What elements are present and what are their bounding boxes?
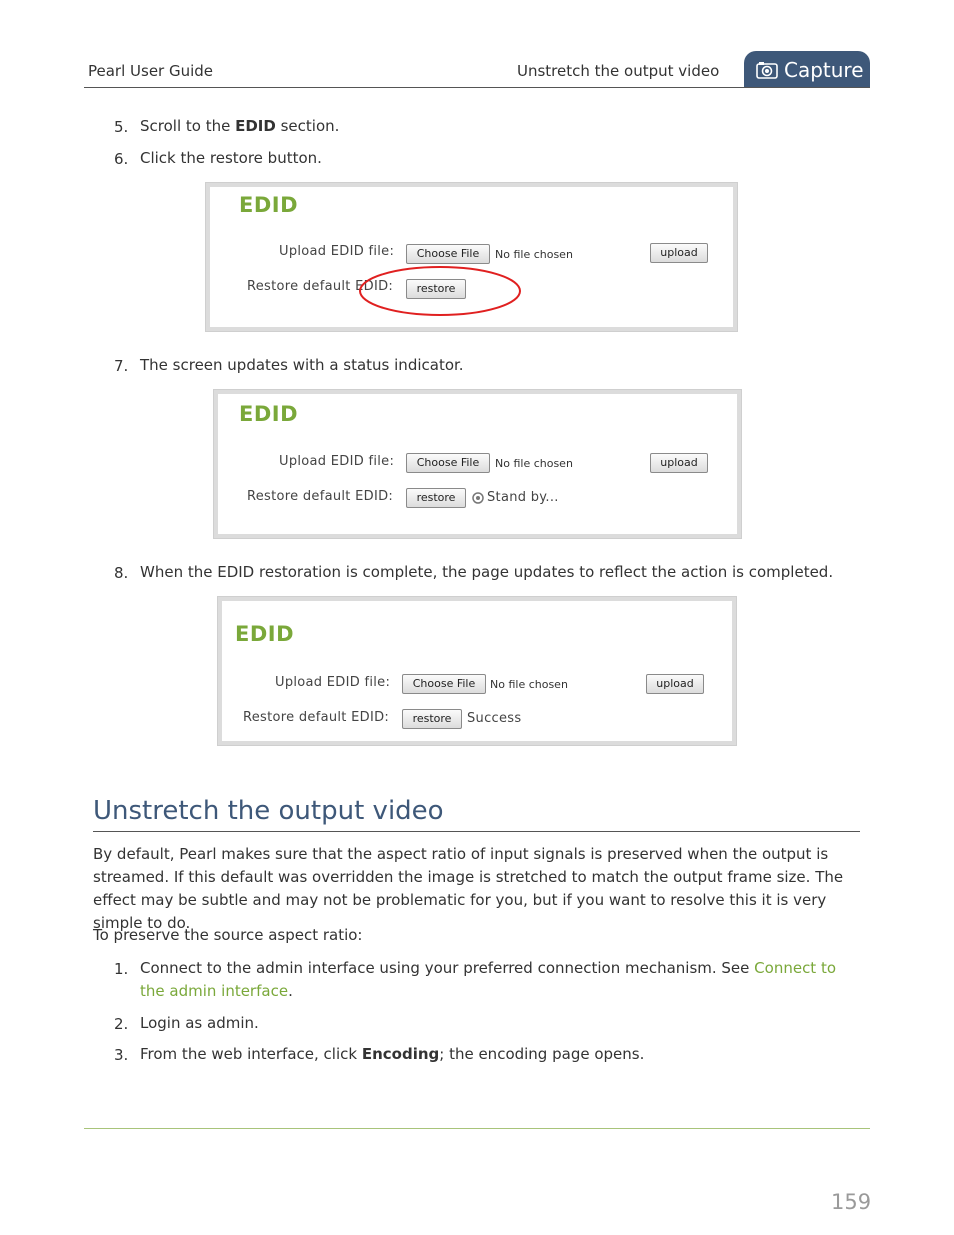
- upload-edid-label: Upload EDID file:: [275, 675, 391, 690]
- step-text: The screen updates with a status indicat…: [140, 356, 464, 374]
- restore-button[interactable]: restore: [406, 488, 466, 508]
- upload-button[interactable]: upload: [650, 243, 708, 263]
- capture-tab: Capture: [744, 51, 870, 88]
- restore-default-label: Restore default EDID:: [247, 489, 394, 504]
- status-text: Success: [467, 711, 522, 726]
- step-number: 6.: [114, 150, 129, 168]
- restore-button[interactable]: restore: [402, 709, 462, 729]
- edid-panel-2: EDID Upload EDID file: Choose File No fi…: [213, 389, 742, 539]
- step-text: Click the restore button.: [140, 149, 322, 167]
- upload-edid-label: Upload EDID file:: [279, 454, 395, 469]
- no-file-text: No file chosen: [495, 457, 573, 470]
- step-number: 5.: [114, 118, 129, 136]
- header-section-title: Unstretch the output video: [517, 62, 720, 80]
- panel-title: EDID: [239, 402, 299, 426]
- edid-panel-1: EDID Upload EDID file: Choose File No fi…: [205, 182, 738, 332]
- page-number: 159: [831, 1190, 872, 1214]
- step-number: 8.: [114, 564, 129, 582]
- section-heading: Unstretch the output video: [93, 796, 444, 826]
- no-file-text: No file chosen: [495, 248, 573, 261]
- step-number: 2.: [114, 1015, 129, 1033]
- step-text: Login as admin.: [140, 1014, 259, 1032]
- spinner-icon: [472, 492, 484, 504]
- step-text: Connect to the admin interface using you…: [140, 959, 837, 1000]
- upload-button[interactable]: upload: [650, 453, 708, 473]
- status-text: Stand by...: [487, 490, 559, 505]
- restore-default-label: Restore default EDID:: [243, 710, 390, 725]
- no-file-text: No file chosen: [490, 678, 568, 691]
- footer-divider: [84, 1128, 870, 1129]
- choose-file-button[interactable]: Choose File: [406, 453, 490, 473]
- upload-edid-label: Upload EDID file:: [279, 244, 395, 259]
- lead-text: To preserve the source aspect ratio:: [93, 926, 363, 944]
- step-text: When the EDID restoration is complete, t…: [140, 563, 834, 581]
- panel-title: EDID: [235, 622, 295, 646]
- upload-button[interactable]: upload: [646, 674, 704, 694]
- intro-paragraph: By default, Pearl makes sure that the as…: [93, 845, 844, 932]
- step-number: 1.: [114, 960, 129, 978]
- header-divider: [84, 87, 870, 88]
- choose-file-button[interactable]: Choose File: [402, 674, 486, 694]
- step-bold: EDID: [235, 117, 276, 135]
- step-text: From the web interface, click Encoding; …: [140, 1045, 645, 1063]
- highlight-ellipse: [359, 266, 521, 316]
- choose-file-button[interactable]: Choose File: [406, 244, 490, 264]
- step-bold: Encoding: [361, 1045, 440, 1063]
- step-text: Scroll to the EDID section.: [140, 117, 340, 135]
- camera-icon: [756, 61, 778, 79]
- step-number: 3.: [114, 1046, 129, 1064]
- capture-tab-label: Capture: [784, 57, 864, 82]
- panel-title: EDID: [239, 193, 299, 217]
- section-divider: [93, 831, 860, 832]
- guide-title: Pearl User Guide: [88, 62, 214, 80]
- edid-panel-3: EDID Upload EDID file: Choose File No fi…: [217, 596, 737, 746]
- step-number: 7.: [114, 357, 129, 375]
